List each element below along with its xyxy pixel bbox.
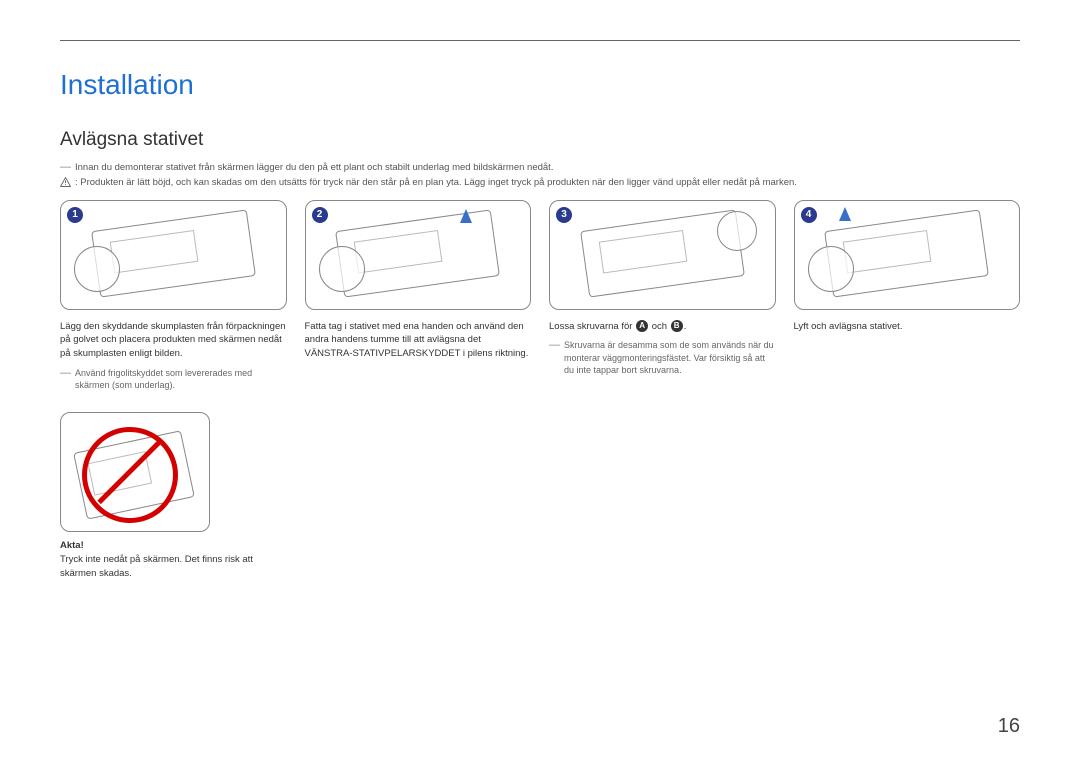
note-dash-icon: ― (60, 368, 71, 379)
arrow-up-icon (839, 207, 851, 221)
label-b-icon: B (671, 320, 683, 332)
step-4-figure: 4 (794, 200, 1021, 310)
intro-warning-text: : Produkten är lätt böjd, och kan skadas… (75, 176, 797, 190)
step-1-badge: 1 (67, 207, 83, 223)
step-1: 1 Lägg den skyddande skumplasten från fö… (60, 200, 287, 392)
warning-triangle-icon (60, 177, 71, 187)
note-dash-icon: ― (549, 340, 560, 351)
caution-block: Akta! Tryck inte nedåt på skärmen. Det f… (60, 412, 280, 581)
step-2-badge: 2 (312, 207, 328, 223)
intro-block: ― Innan du demonterar stativet från skär… (60, 161, 1020, 190)
step-4-text: Lyft och avlägsna stativet. (794, 320, 1021, 334)
step-3-text: Lossa skruvarna för A och B. (549, 320, 776, 334)
step-1-figure: 1 (60, 200, 287, 310)
steps-row: 1 Lägg den skyddande skumplasten från fö… (60, 200, 1020, 392)
intro-note-text: Innan du demonterar stativet från skärme… (75, 161, 553, 175)
section-subtitle: Avlägsna stativet (60, 129, 1020, 151)
step-4: 4 Lyft och avlägsna stativet. (794, 200, 1021, 392)
caution-figure (60, 412, 210, 532)
note-dash-icon: ― (60, 162, 71, 173)
zoom-circle-icon (319, 246, 365, 292)
step-4-badge: 4 (801, 207, 817, 223)
step-2-figure: 2 (305, 200, 532, 310)
step-1-text: Lägg den skyddande skumplasten från förp… (60, 320, 287, 361)
step-3-figure: 3 (549, 200, 776, 310)
step-2-text: Fatta tag i stativet med ena handen och … (305, 320, 532, 361)
zoom-circle-icon (808, 246, 854, 292)
top-divider (60, 40, 1020, 41)
step-3-badge: 3 (556, 207, 572, 223)
label-a-icon: A (636, 320, 648, 332)
step-1-note: Använd frigolitskyddet som levererades m… (75, 367, 287, 392)
page-title: Installation (60, 69, 1020, 101)
page-number: 16 (998, 715, 1020, 738)
caution-label: Akta! (60, 540, 280, 551)
step-3-note: Skruvarna är desamma som de som används … (564, 339, 776, 377)
zoom-circle-icon (717, 211, 757, 251)
step-2: 2 Fatta tag i stativet med ena handen oc… (305, 200, 532, 392)
arrow-up-icon (460, 209, 472, 223)
prohibition-icon (82, 427, 178, 523)
step-3: 3 Lossa skruvarna för A och B. ― Skruvar… (549, 200, 776, 392)
caution-text: Tryck inte nedåt på skärmen. Det finns r… (60, 553, 280, 581)
